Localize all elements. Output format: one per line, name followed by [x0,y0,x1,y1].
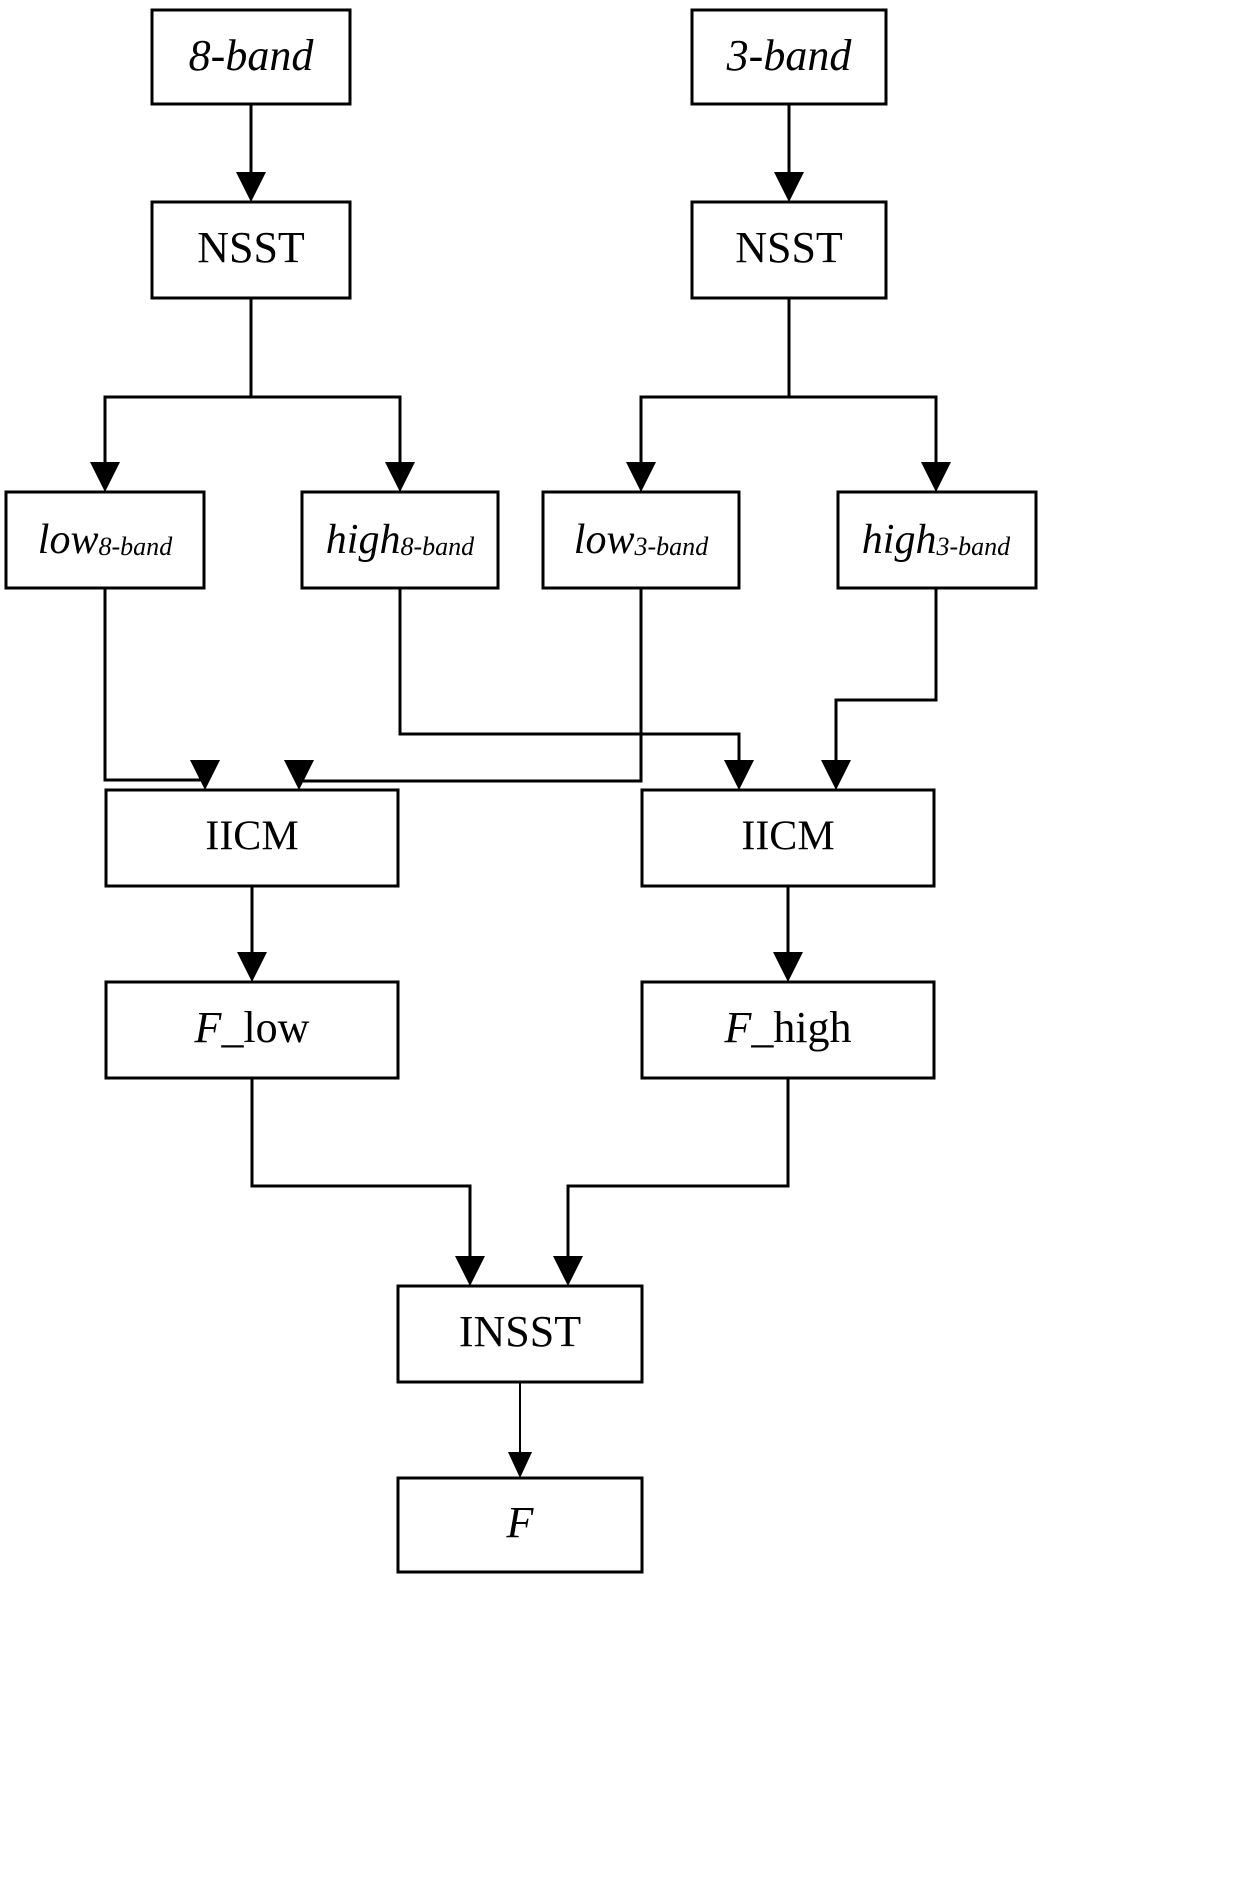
f-low-symbol: F [194,1003,223,1052]
node-insst[interactable]: INSST [396,1284,644,1384]
node-label-f-high: F_high [723,1003,851,1052]
node-iicm-low[interactable]: IICM [104,788,400,888]
edge-insst-to-f [508,1382,532,1478]
low-8-band-subscript: 8-band [98,532,173,561]
high-8-band-subscript: 8-band [400,532,475,561]
node-label-f-output: F [506,1498,535,1547]
high-3-band-base: high [862,517,937,563]
arrowhead-icon [237,952,267,982]
node-label-3-band: 3-band [726,31,853,80]
arrowhead-icon [284,760,314,790]
arrowhead-icon [626,462,656,492]
arrowhead-icon [455,1256,485,1286]
high-3-band-subscript: 3-band [935,532,1011,561]
edge-iicm-low-to-f-low [237,886,267,982]
edge-high8-to-iicm-high [398,588,754,790]
arrowhead-icon [773,952,803,982]
low-8-band-base: low [38,517,99,563]
edge-high3-to-iicm-high [821,588,938,790]
node-low-8-band[interactable]: low8-band [4,490,206,590]
node-high-3-band[interactable]: high3-band [836,490,1038,590]
arrowhead-icon [774,172,804,202]
node-8-band[interactable]: 8-band [150,8,352,106]
node-label-iicm-high: IICM [741,814,834,860]
edge-src3-to-nsst3 [774,104,804,202]
f-low-suffix: _low [220,1003,309,1052]
flowchart-diagram: 8-band 3-band NSST NSST low8-band high8-… [0,0,1256,1902]
high-8-band-base: high [326,517,401,563]
node-label-8-band: 8-band [189,31,315,80]
edge-iicm-high-to-f-high [773,886,803,982]
arrowhead-icon [90,462,120,492]
node-label-insst: INSST [459,1307,581,1356]
edge-nsst3-split [626,298,951,492]
node-f-output[interactable]: F [396,1476,644,1574]
edge-src8-to-nsst8 [236,104,266,202]
node-f-low[interactable]: F_low [104,980,400,1080]
arrowhead-icon [821,760,851,790]
arrowhead-icon [385,462,415,492]
arrowhead-icon [190,760,220,790]
node-high-8-band[interactable]: high8-band [300,490,500,590]
edge-f-low-to-insst [250,1078,485,1286]
edge-low8-to-iicm-low [103,588,220,790]
arrowhead-icon [724,760,754,790]
arrowhead-icon [236,172,266,202]
node-label-nsst-left: NSST [197,223,305,272]
flowchart-canvas: 8-band 3-band NSST NSST low8-band high8-… [4,8,1038,1574]
edge-low3-to-iicm-low [284,588,643,790]
arrowhead-icon [508,1452,532,1478]
low-3-band-subscript: 3-band [633,532,709,561]
arrowhead-icon [921,462,951,492]
f-high-symbol: F [723,1003,752,1052]
node-nsst-right[interactable]: NSST [690,200,888,300]
arrowhead-icon [553,1256,583,1286]
edge-nsst8-split [90,298,415,492]
f-high-suffix: _high [750,1003,851,1052]
node-3-band[interactable]: 3-band [690,8,888,106]
edge-f-high-to-insst [553,1078,790,1286]
node-label-iicm-low: IICM [205,814,298,860]
low-3-band-base: low [574,517,635,563]
node-label-nsst-right: NSST [735,223,843,272]
node-f-high[interactable]: F_high [640,980,936,1080]
node-low-3-band[interactable]: low3-band [541,490,741,590]
node-iicm-high[interactable]: IICM [640,788,936,888]
node-nsst-left[interactable]: NSST [150,200,352,300]
node-label-f-low: F_low [194,1003,310,1052]
